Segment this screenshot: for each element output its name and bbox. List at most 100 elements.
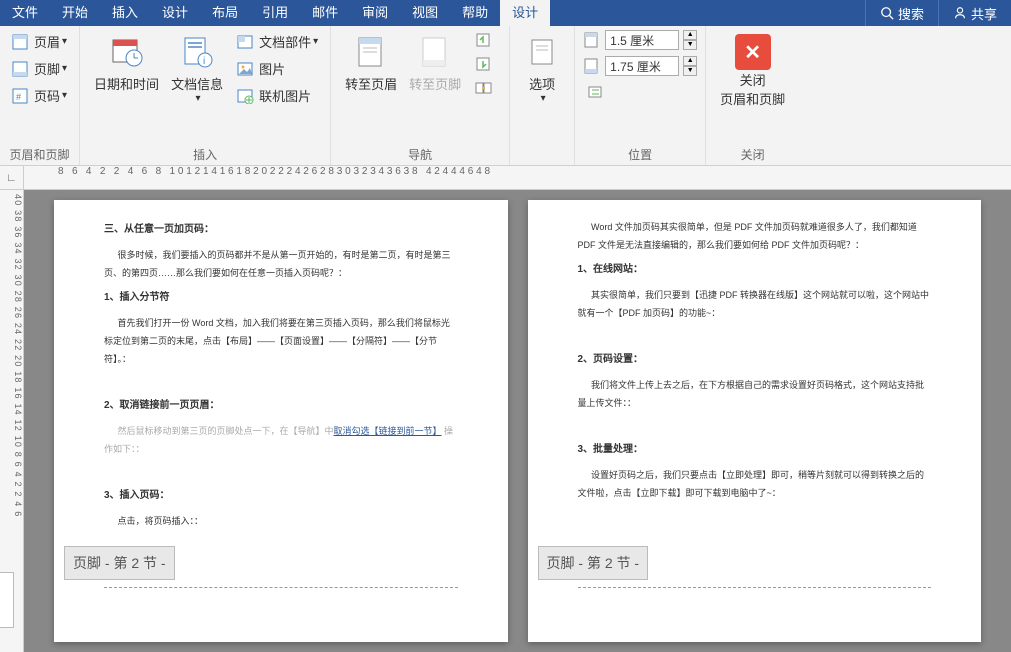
online-picture-icon bbox=[237, 88, 255, 104]
options-icon bbox=[524, 34, 560, 70]
footer-boundary bbox=[578, 587, 932, 588]
docparts-button[interactable]: 文档部件▾ bbox=[233, 30, 322, 53]
share-button[interactable]: 共享 bbox=[938, 0, 1011, 26]
menu-view[interactable]: 视图 bbox=[400, 0, 450, 26]
docinfo-icon: i bbox=[179, 34, 215, 70]
goto-header-button[interactable]: 转至页眉 bbox=[339, 30, 403, 97]
footer-bottom-input[interactable] bbox=[605, 56, 679, 76]
prev-section-button[interactable] bbox=[471, 30, 501, 50]
dropdown-icon: ▾ bbox=[196, 93, 201, 104]
docinfo-button[interactable]: i 文档信息 ▾ bbox=[165, 30, 229, 108]
group-close: ✕ 关闭 页眉和页脚 关闭 bbox=[706, 26, 799, 165]
dropdown-icon: ▾ bbox=[541, 93, 546, 104]
share-label: 共享 bbox=[971, 4, 997, 23]
picture-button[interactable]: 图片 bbox=[233, 57, 322, 80]
page-number-label: 页码 bbox=[34, 86, 60, 105]
goto-footer-label: 转至页脚 bbox=[409, 74, 461, 93]
spin-down[interactable]: ▼ bbox=[683, 66, 697, 76]
paragraph: Word 文件加页码其实很简单，但是 PDF 文件加页码就难道很多人了，我们都知… bbox=[578, 218, 932, 254]
paragraph: 我们将文件上传上去之后，在下方根据自己的需求设置好页码格式，这个网站支持批量上传… bbox=[578, 376, 932, 412]
group-label: 插入 bbox=[88, 144, 322, 163]
menu-help[interactable]: 帮助 bbox=[450, 0, 500, 26]
footer-label: 页脚 bbox=[34, 59, 60, 78]
heading: 三、从任意一页加页码： bbox=[104, 220, 458, 240]
paragraph bbox=[578, 326, 932, 344]
hyperlink-text: 取消勾选【链接到前一节】 bbox=[334, 426, 442, 436]
menu-mail[interactable]: 邮件 bbox=[300, 0, 350, 26]
page-number-icon: # bbox=[12, 88, 30, 104]
footer-button[interactable]: 页脚▾ bbox=[8, 57, 71, 80]
heading: 2、页码设置： bbox=[578, 350, 932, 370]
spin-down[interactable]: ▼ bbox=[683, 40, 697, 50]
paragraph: 点击，将页码插入：： bbox=[104, 512, 458, 530]
align-tab-button[interactable] bbox=[583, 82, 697, 102]
footer-from-bottom-icon bbox=[583, 57, 601, 75]
tab-icon bbox=[587, 84, 605, 100]
group-label: 位置 bbox=[583, 144, 697, 163]
heading: 1、插入分节符 bbox=[104, 288, 458, 308]
paragraph bbox=[578, 416, 932, 434]
docinfo-label: 文档信息 bbox=[171, 74, 223, 93]
paragraph: 设置好页码之后，我们只要点击【立即处理】即可，稍等片刻就可以得到转换之后的文件啦… bbox=[578, 466, 932, 502]
close-label-2: 页眉和页脚 bbox=[720, 89, 785, 108]
heading: 2、取消链接前一页页眉： bbox=[104, 396, 458, 416]
side-tab[interactable] bbox=[0, 572, 14, 628]
menu-review[interactable]: 审阅 bbox=[350, 0, 400, 26]
group-position: ▲▼ ▲▼ 位置 bbox=[575, 26, 706, 165]
footer-section-tag: 页脚 - 第 2 节 - bbox=[64, 546, 175, 580]
header-button[interactable]: 页眉▾ bbox=[8, 30, 71, 53]
dropdown-icon: ▾ bbox=[313, 36, 318, 47]
heading: 1、在线网站： bbox=[578, 260, 932, 280]
close-header-footer-button[interactable]: ✕ 关闭 页眉和页脚 bbox=[714, 30, 791, 112]
menu-home[interactable]: 开始 bbox=[50, 0, 100, 26]
page-right[interactable]: Word 文件加页码其实很简单，但是 PDF 文件加页码就难道很多人了，我们都知… bbox=[528, 200, 982, 642]
svg-text:#: # bbox=[16, 92, 21, 102]
goto-footer-button[interactable]: 转至页脚 bbox=[403, 30, 467, 97]
close-label-1: 关闭 bbox=[740, 70, 766, 89]
header-from-top-icon bbox=[583, 31, 601, 49]
group-label: 页眉和页脚 bbox=[8, 144, 71, 163]
header-top-input[interactable] bbox=[605, 30, 679, 50]
docparts-label: 文档部件 bbox=[259, 32, 311, 51]
paragraph bbox=[104, 372, 458, 390]
paragraph: 很多时候，我们要插入的页码都并不是从第一页开始的，有时是第二页，有时是第三页、的… bbox=[104, 246, 458, 282]
page-left[interactable]: 三、从任意一页加页码： 很多时候，我们要插入的页码都并不是从第一页开始的，有时是… bbox=[54, 200, 508, 642]
menu-design[interactable]: 设计 bbox=[150, 0, 200, 26]
footer-boundary bbox=[104, 587, 458, 588]
document-area: 三、从任意一页加页码： 很多时候，我们要插入的页码都并不是从第一页开始的，有时是… bbox=[24, 190, 1011, 652]
group-insert: 日期和时间 i 文档信息 ▾ 文档部件▾ 图片 联机图片 bbox=[80, 26, 331, 165]
svg-text:i: i bbox=[203, 56, 205, 67]
link-previous-button[interactable] bbox=[471, 78, 501, 98]
calendar-clock-icon bbox=[109, 34, 145, 70]
building-blocks-icon bbox=[237, 34, 255, 50]
horizontal-ruler[interactable]: 8 6 4 2 2 4 6 8 101214161820222426283032… bbox=[24, 166, 1011, 190]
tab-header-footer-design[interactable]: 设计 bbox=[500, 0, 550, 26]
search-button[interactable]: 搜索 bbox=[865, 0, 938, 26]
share-icon bbox=[953, 6, 967, 20]
paragraph bbox=[104, 462, 458, 480]
next-icon bbox=[475, 56, 493, 72]
ruler-corner[interactable]: ∟ bbox=[0, 166, 24, 190]
datetime-button[interactable]: 日期和时间 bbox=[88, 30, 165, 97]
page-number-button[interactable]: # 页码▾ bbox=[8, 84, 71, 107]
menu-references[interactable]: 引用 bbox=[250, 0, 300, 26]
paragraph: 首先我们打开一份 Word 文档，加入我们将要在第三页插入页码，那么我们将鼠标光… bbox=[104, 314, 458, 368]
menu-layout[interactable]: 布局 bbox=[200, 0, 250, 26]
search-icon bbox=[880, 6, 894, 20]
group-label: 关闭 bbox=[714, 144, 791, 163]
menu-file[interactable]: 文件 bbox=[0, 0, 50, 26]
spin-up[interactable]: ▲ bbox=[683, 30, 697, 40]
search-label: 搜索 bbox=[898, 4, 924, 23]
text: 然后鼠标移动到第三页的页脚处点一下，在【导航】中 bbox=[118, 426, 334, 436]
dropdown-icon: ▾ bbox=[62, 90, 67, 101]
next-section-button[interactable] bbox=[471, 54, 501, 74]
menu-insert[interactable]: 插入 bbox=[100, 0, 150, 26]
spin-up[interactable]: ▲ bbox=[683, 56, 697, 66]
options-button[interactable]: 选项 ▾ bbox=[518, 30, 566, 108]
online-picture-button[interactable]: 联机图片 bbox=[233, 84, 322, 107]
options-label: 选项 bbox=[529, 74, 555, 93]
goto-header-label: 转至页眉 bbox=[345, 74, 397, 93]
header-label: 页眉 bbox=[34, 32, 60, 51]
group-options: 选项 ▾ bbox=[510, 26, 575, 165]
datetime-label: 日期和时间 bbox=[94, 74, 159, 93]
